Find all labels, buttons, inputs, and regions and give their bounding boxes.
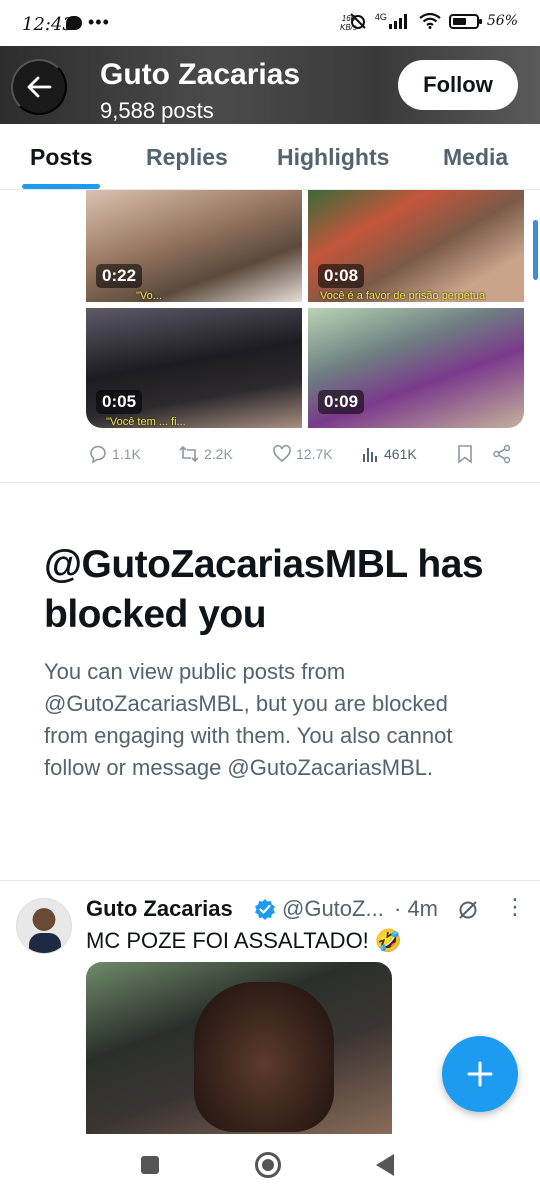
avatar[interactable]	[16, 898, 72, 954]
plus-icon	[467, 1061, 493, 1087]
more-options-icon[interactable]: ⋮	[504, 894, 526, 920]
back-button[interactable]	[11, 59, 67, 115]
video-duration: 0:09	[318, 390, 365, 414]
post-action-bar: 1.1K 2.2K 12.7K 461K	[86, 440, 526, 468]
repost-button[interactable]: 2.2K	[178, 444, 233, 464]
tab-highlights[interactable]: Highlights	[277, 144, 389, 171]
reply-icon	[90, 445, 106, 464]
grok-icon[interactable]	[456, 898, 480, 927]
battery-level: 56%	[486, 13, 518, 29]
video-duration: 0:05	[96, 390, 143, 414]
view-count: 461K	[384, 446, 417, 462]
video-caption: "Vo...	[136, 290, 162, 302]
repost-count: 2.2K	[204, 446, 233, 462]
video-thumbnail[interactable]: 0:05 "Você tem ... fi...	[86, 308, 302, 428]
arrow-left-icon	[27, 76, 52, 98]
video-caption: "Você tem ... fi...	[106, 416, 186, 428]
divider	[0, 880, 540, 881]
heart-icon	[273, 444, 291, 463]
video-thumbnail[interactable]: 0:08 Você é a favor de prisão perpétua	[308, 190, 524, 302]
follow-button[interactable]: Follow	[398, 60, 518, 110]
verified-badge-icon	[254, 898, 276, 925]
media-subject	[194, 982, 334, 1132]
tab-media[interactable]: Media	[443, 144, 508, 171]
tweet-author-handle[interactable]: @GutoZ...	[282, 896, 384, 922]
views-button[interactable]: 461K	[362, 445, 417, 463]
reply-button[interactable]: 1.1K	[88, 444, 141, 464]
signal-icon	[388, 14, 407, 29]
like-count: 12.7K	[296, 446, 333, 462]
tweet-author-name[interactable]: Guto Zacarias	[86, 896, 233, 922]
blocked-title: @GutoZacariasMBL has blocked you	[44, 543, 484, 636]
video-thumbnail[interactable]: 0:09	[308, 308, 524, 428]
scrollbar[interactable]	[533, 220, 538, 280]
battery-icon	[448, 13, 482, 29]
video-duration: 0:22	[96, 264, 143, 288]
bar-chart-icon	[363, 448, 377, 462]
network-type: 4G	[374, 12, 387, 22]
video-thumbnail[interactable]: 0:22 "Vo...	[86, 190, 302, 302]
video-caption: Você é a favor de prisão perpétua	[320, 290, 486, 302]
video-duration: 0:08	[318, 264, 365, 288]
message-icon	[66, 16, 82, 30]
bookmark-icon	[458, 445, 472, 464]
recent-apps-button[interactable]	[141, 1156, 159, 1174]
posts-count: 9,588 posts	[100, 98, 214, 123]
active-tab-indicator	[22, 184, 100, 189]
bookmark-button[interactable]	[456, 444, 474, 464]
profile-tabs: Posts Replies Highlights Media	[0, 124, 540, 190]
divider	[0, 482, 540, 483]
tweet-text: MC POZE FOI ASSALTADO! 🤣	[86, 928, 403, 953]
home-button[interactable]	[255, 1152, 281, 1178]
tab-replies[interactable]: Replies	[146, 144, 228, 171]
status-bar: 12:43 ••• 166 KB/s 4G 56%	[0, 0, 540, 46]
like-button[interactable]: 12.7K	[272, 444, 333, 464]
system-back-button[interactable]	[376, 1154, 394, 1176]
repost-icon	[179, 445, 199, 463]
system-nav-bar	[0, 1134, 540, 1199]
tweet-header: Guto Zacarias @GutoZ... · 4m ⋮	[86, 894, 526, 927]
reply-count: 1.1K	[112, 446, 141, 462]
tab-posts[interactable]: Posts	[30, 144, 93, 171]
share-icon	[493, 444, 511, 464]
blocked-description: You can view public posts from @GutoZaca…	[44, 659, 453, 780]
wifi-icon	[419, 13, 441, 29]
more-notifications-icon: •••	[88, 12, 110, 32]
tweet-media[interactable]	[86, 962, 392, 1134]
tweet-timestamp[interactable]: · 4m	[394, 896, 438, 922]
share-button[interactable]	[492, 444, 512, 464]
post-media-grid: 0:22 "Vo... 0:08 Você é a favor de prisã…	[86, 190, 524, 428]
profile-name: Guto Zacarias	[100, 58, 301, 91]
profile-header: Guto Zacarias 9,588 posts Follow	[0, 46, 540, 124]
alarm-off-icon	[350, 13, 366, 29]
compose-button[interactable]	[442, 1036, 518, 1112]
